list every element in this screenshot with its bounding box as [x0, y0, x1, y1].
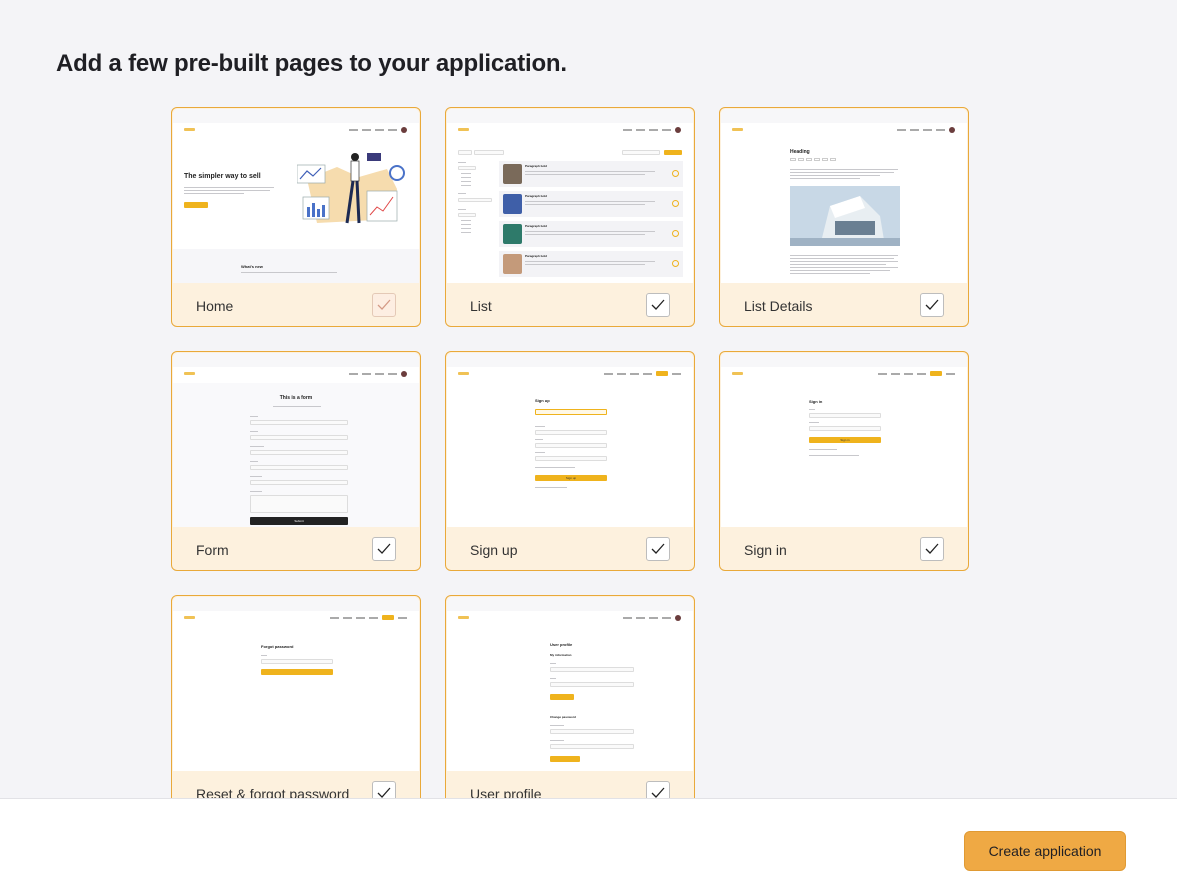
sign-in-preview-button: Sign in — [809, 437, 881, 443]
page-card-label: Home — [196, 298, 234, 314]
user-profile-preview-info: My information — [550, 653, 572, 657]
list-preview-item: Paragraph bold — [499, 191, 683, 217]
list-details-preview: Heading — [721, 109, 967, 283]
user-profile-preview-password: Change password — [550, 715, 576, 719]
page-checkbox-form[interactable] — [372, 537, 396, 561]
reset-password-preview-title: Forgot password — [261, 644, 294, 649]
page-card-form[interactable]: This is a form Submit Form — [171, 351, 421, 571]
checkmark-icon — [925, 299, 939, 310]
page-card-label: Form — [196, 542, 229, 558]
list-preview-item: Paragraph bold — [499, 251, 683, 277]
sign-in-preview-title: Sign in — [809, 399, 823, 404]
home-illustration — [297, 153, 405, 224]
page-checkbox-user-profile[interactable] — [646, 781, 670, 798]
page-selection-area[interactable]: Add a few pre-built pages to your applic… — [0, 0, 1177, 798]
page-card-home[interactable]: The simpler way to sell What's new Home — [171, 107, 421, 327]
page-card-sign-in[interactable]: Sign in Sign in Sign in — [719, 351, 969, 571]
page-card-list-details[interactable]: Heading List Details — [719, 107, 969, 327]
checkmark-icon — [651, 787, 665, 798]
checkmark-icon — [925, 543, 939, 554]
user-profile-preview: User profile My information Change passw… — [447, 597, 693, 771]
home-preview-whats-new: What's new — [241, 264, 263, 269]
page-card-label: Reset & forgot password — [196, 786, 350, 798]
page-checkbox-list-details[interactable] — [920, 293, 944, 317]
page-card-label: Sign up — [470, 542, 518, 558]
form-preview: This is a form Submit — [173, 353, 419, 527]
form-preview-submit: Submit — [250, 517, 348, 525]
list-preview-item: Paragraph bold — [499, 161, 683, 187]
page-card-label: List — [470, 298, 492, 314]
home-preview-title: The simpler way to sell — [184, 173, 261, 180]
details-preview-image — [790, 186, 900, 246]
home-preview: The simpler way to sell What's new — [173, 109, 419, 283]
page-checkbox-list[interactable] — [646, 293, 670, 317]
list-preview: Paragraph bold Paragraph bold Paragraph … — [447, 109, 693, 283]
page-title: Add a few pre-built pages to your applic… — [56, 50, 567, 77]
page-card-reset-password[interactable]: Forgot password Reset & forgot password — [171, 595, 421, 798]
create-application-button[interactable]: Create application — [964, 831, 1126, 871]
page-card-label: List Details — [744, 298, 813, 314]
page-checkbox-reset-password[interactable] — [372, 781, 396, 798]
checkmark-icon — [377, 787, 391, 798]
sign-in-preview: Sign in Sign in — [721, 353, 967, 527]
page-checkbox-sign-in[interactable] — [920, 537, 944, 561]
footer-bar: Create application — [0, 798, 1177, 880]
page-checkbox-sign-up[interactable] — [646, 537, 670, 561]
page-card-label: User profile — [470, 786, 542, 798]
sign-up-preview-button: Sign up — [535, 475, 607, 481]
page-card-label: Sign in — [744, 542, 787, 558]
checkmark-icon — [377, 543, 391, 554]
page-card-user-profile[interactable]: User profile My information Change passw… — [445, 595, 695, 798]
checkmark-icon — [651, 299, 665, 310]
form-preview-title: This is a form — [279, 395, 313, 401]
checkmark-icon — [651, 543, 665, 554]
details-preview-heading: Heading — [790, 149, 810, 155]
checkmark-icon — [377, 299, 391, 310]
page-card-sign-up[interactable]: Sign up Sign up Sign up — [445, 351, 695, 571]
list-preview-item: Paragraph bold — [499, 221, 683, 247]
reset-password-preview: Forgot password — [173, 597, 419, 771]
sign-up-preview-title: Sign up — [535, 398, 550, 403]
page-card-list[interactable]: Paragraph bold Paragraph bold Paragraph … — [445, 107, 695, 327]
sign-up-preview: Sign up Sign up — [447, 353, 693, 527]
page-checkbox-home[interactable] — [372, 293, 396, 317]
user-profile-preview-title: User profile — [550, 642, 573, 647]
